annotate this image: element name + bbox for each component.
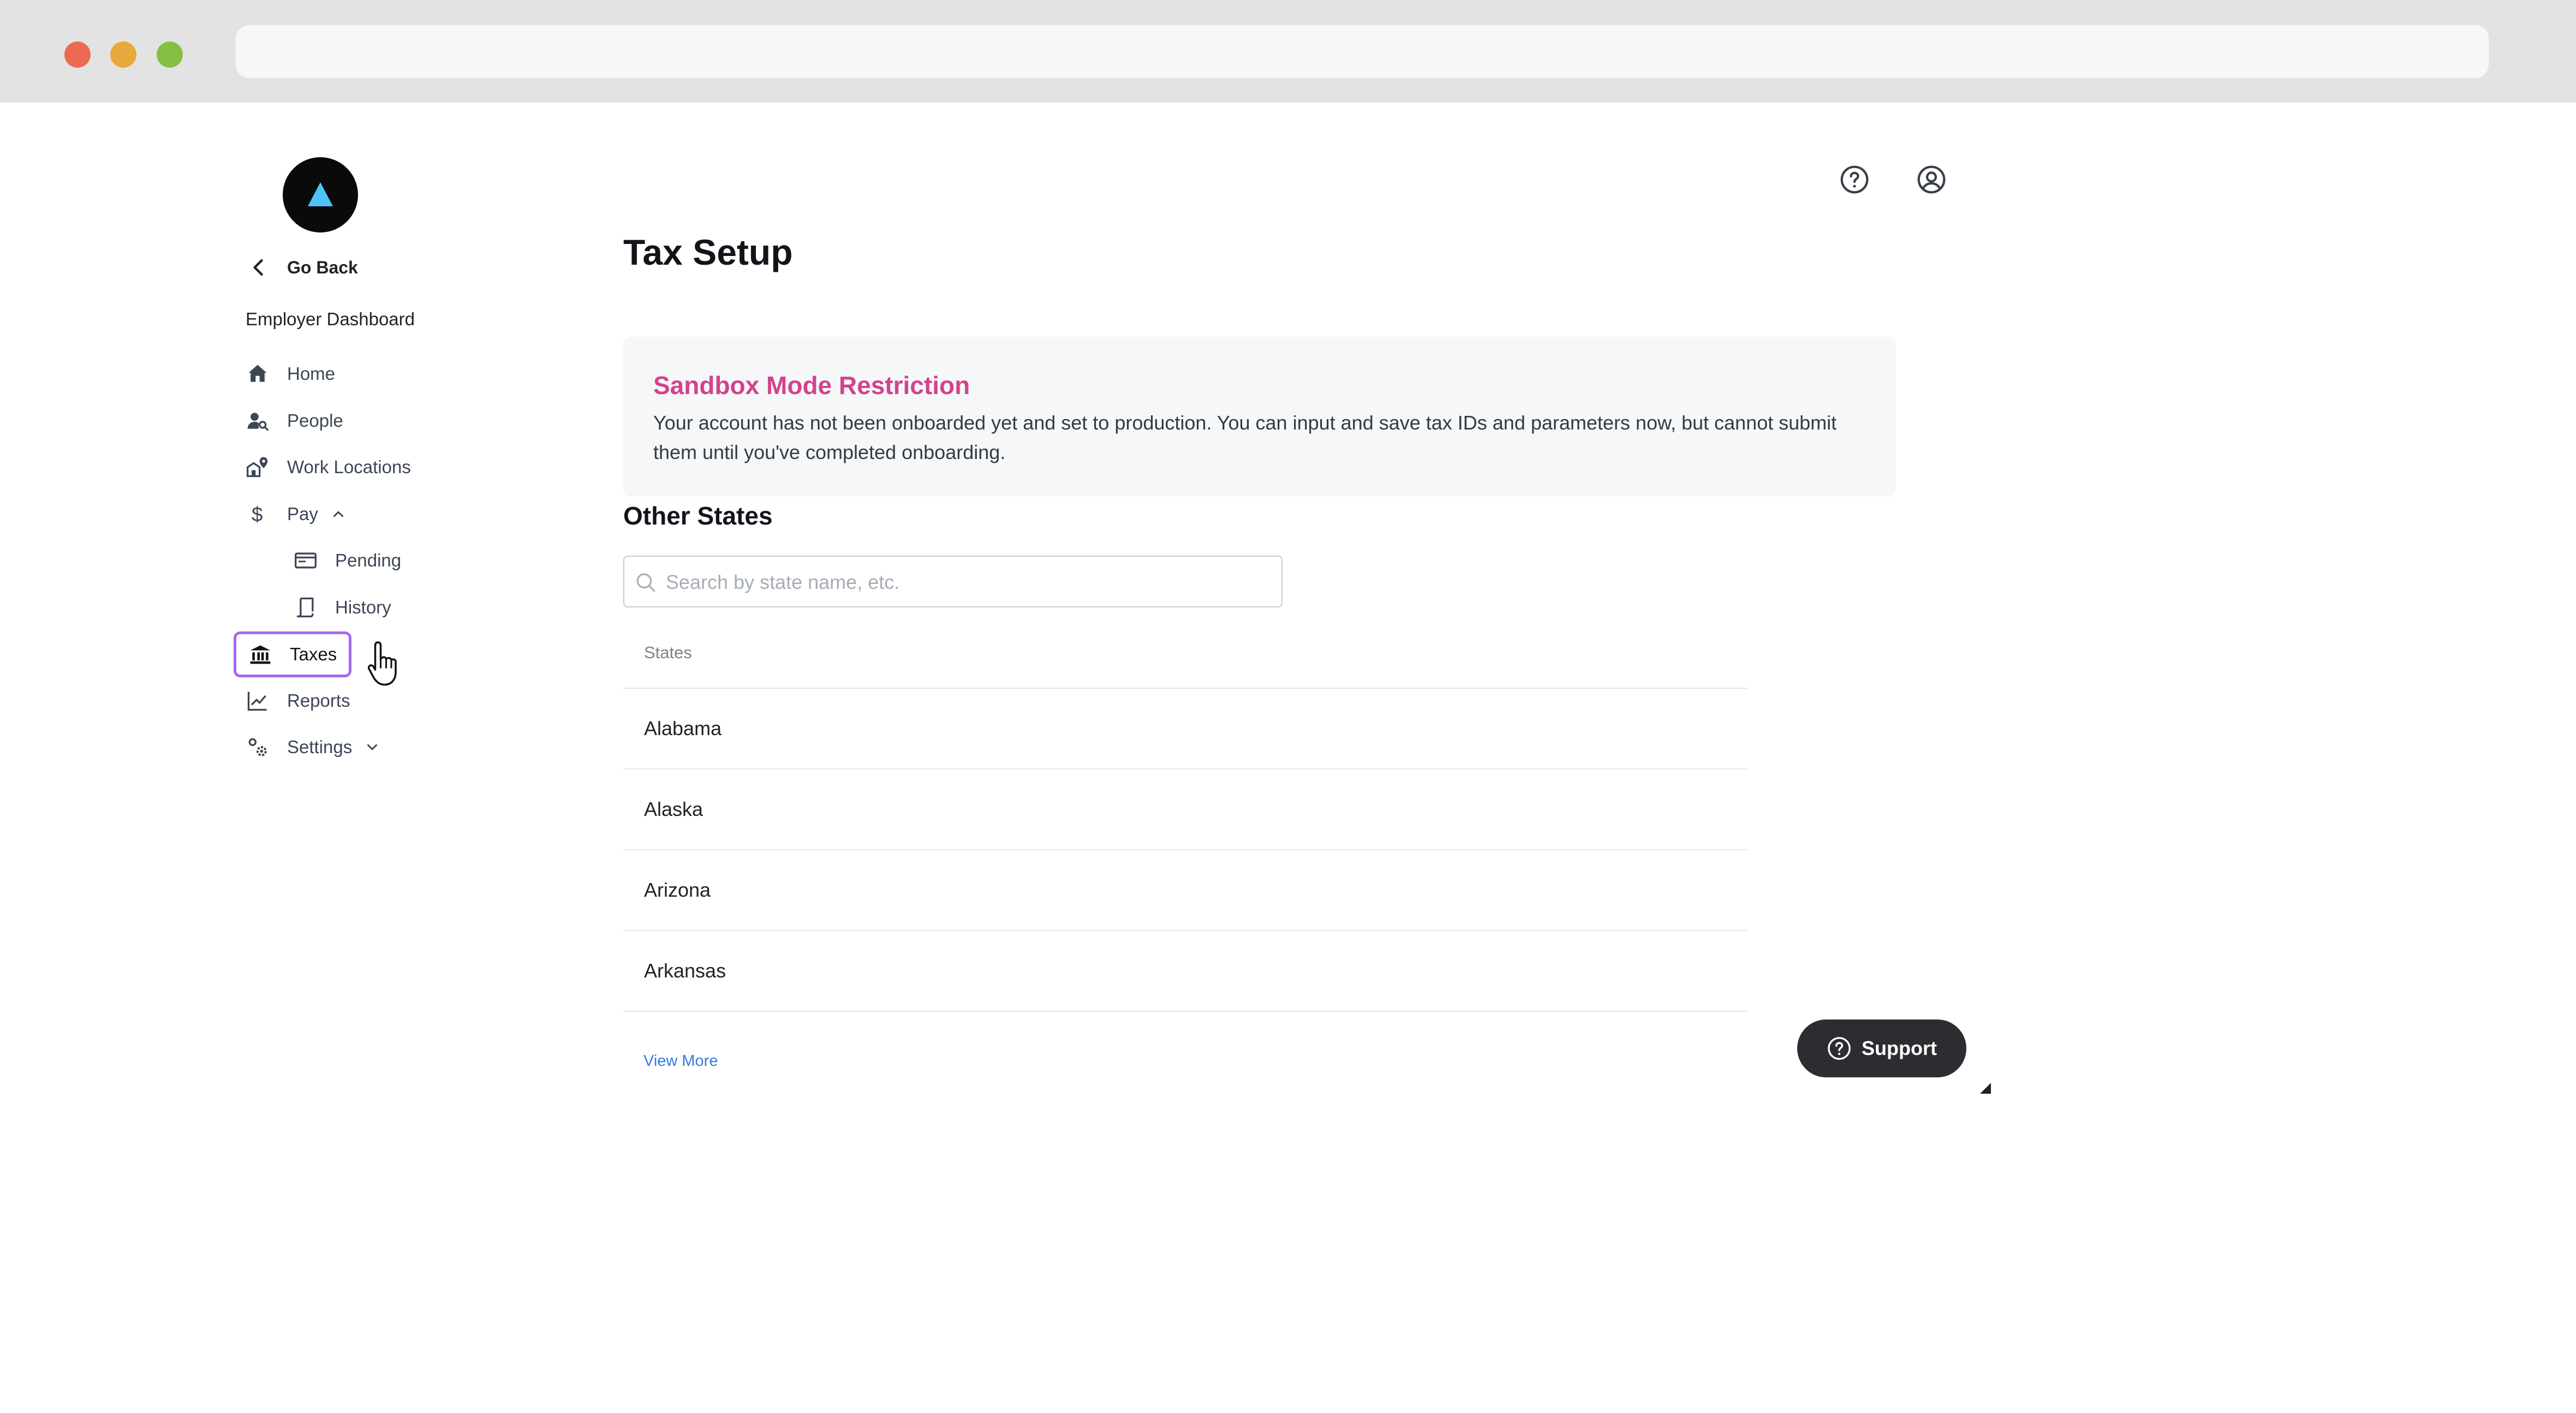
home-icon <box>246 362 270 386</box>
support-label: Support <box>1862 1037 1937 1059</box>
sidebar-item-reports[interactable]: Reports <box>246 689 350 713</box>
window-minimize-button[interactable] <box>110 41 136 68</box>
card-icon <box>294 548 318 573</box>
chevron-up-icon <box>333 511 343 517</box>
address-bar[interactable] <box>236 25 2489 78</box>
dollar-icon: $ <box>246 502 270 526</box>
window-maximize-button[interactable] <box>157 41 183 68</box>
other-states-heading: Other States <box>623 502 773 530</box>
sandbox-restriction-banner: Sandbox Mode Restriction Your account ha… <box>623 337 1896 497</box>
go-back-link[interactable]: Go Back <box>247 255 358 279</box>
sidebar-item-label: Pay <box>287 504 318 524</box>
sidebar-item-pay[interactable]: $ Pay <box>246 502 347 526</box>
state-name: Arizona <box>644 879 711 901</box>
sidebar-item-home[interactable]: Home <box>246 362 335 386</box>
state-name: Alaska <box>644 798 703 820</box>
column-header-states: States <box>644 643 692 662</box>
building-location-icon <box>246 455 270 479</box>
chevron-left-icon <box>253 259 263 276</box>
table-row[interactable]: Arizona <box>623 850 1748 931</box>
search-icon <box>636 573 655 592</box>
browser-chrome <box>0 0 2576 103</box>
sidebar-item-label: Pending <box>335 550 402 570</box>
sidebar-item-label: Home <box>287 363 336 384</box>
go-back-label: Go Back <box>287 257 358 277</box>
bank-icon <box>248 642 272 666</box>
svg-text:$: $ <box>252 503 263 526</box>
sidebar-item-pending[interactable]: Pending <box>294 548 401 573</box>
sidebar-item-label: Work Locations <box>287 457 411 477</box>
hand-pointer-cursor-icon <box>367 641 397 686</box>
view-more-link[interactable]: View More <box>643 1052 718 1070</box>
sidebar-item-label: People <box>287 410 343 431</box>
search-input[interactable] <box>665 564 1267 600</box>
user-search-icon <box>246 409 270 433</box>
sidebar-section-title: Employer Dashboard <box>246 309 415 329</box>
state-search-field[interactable] <box>623 556 1283 607</box>
sidebar-item-work-locations[interactable]: Work Locations <box>246 455 411 479</box>
support-button[interactable]: Support <box>1797 1019 1966 1077</box>
table-row[interactable]: Alabama <box>623 689 1748 770</box>
state-name: Alabama <box>644 717 722 740</box>
sidebar-item-history[interactable]: History <box>294 595 391 619</box>
help-circle-icon <box>1828 1037 1851 1060</box>
line-chart-icon <box>246 689 270 713</box>
gears-icon <box>246 735 270 759</box>
triangle-logo-icon <box>308 182 333 206</box>
chevron-down-icon <box>367 744 378 750</box>
sidebar-item-label: Reports <box>287 690 350 711</box>
user-circle-icon[interactable] <box>1916 164 1947 195</box>
brand-logo[interactable] <box>283 157 358 232</box>
resize-handle-icon <box>1980 1083 1991 1094</box>
states-table-header: States <box>623 643 1748 689</box>
sidebar-item-taxes[interactable]: Taxes <box>234 631 351 677</box>
table-row[interactable]: Arkansas <box>623 931 1748 1012</box>
page-title: Tax Setup <box>623 232 793 272</box>
sidebar-item-label: History <box>335 597 391 617</box>
receipt-icon <box>294 595 318 619</box>
sidebar-item-people[interactable]: People <box>246 409 343 433</box>
window-close-button[interactable] <box>64 41 91 68</box>
state-name: Arkansas <box>644 959 726 982</box>
sidebar-item-settings[interactable]: Settings <box>246 735 380 759</box>
sidebar-item-label: Settings <box>287 737 353 757</box>
banner-body: Your account has not been onboarded yet … <box>653 412 1837 463</box>
banner-title: Sandbox Mode Restriction <box>653 371 970 400</box>
sidebar-item-label: Taxes <box>290 644 337 664</box>
table-row[interactable]: Alaska <box>623 770 1748 850</box>
help-circle-icon[interactable] <box>1839 164 1870 195</box>
